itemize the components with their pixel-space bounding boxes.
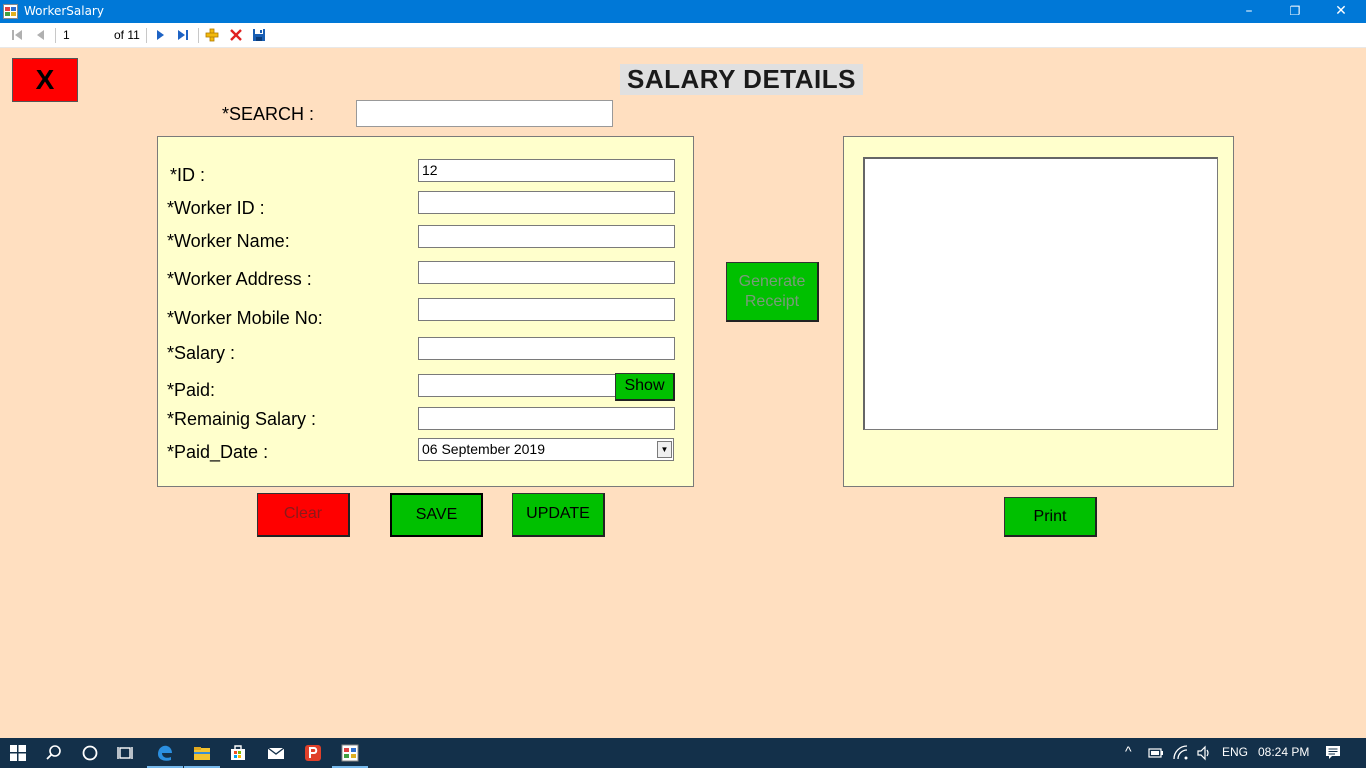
- task-view-button[interactable]: [108, 738, 144, 768]
- move-last-icon[interactable]: [175, 27, 191, 43]
- remaining-salary-label: *Remainig Salary :: [167, 409, 317, 429]
- battery-icon[interactable]: [1148, 746, 1164, 760]
- record-count-label: of 11: [114, 28, 140, 42]
- receipt-textbox[interactable]: [863, 157, 1218, 430]
- action-center-icon[interactable]: [1325, 745, 1341, 761]
- move-previous-icon[interactable]: [33, 27, 49, 43]
- workersalary-taskbar-button[interactable]: [332, 738, 368, 768]
- app-p-icon: [305, 745, 321, 761]
- paid-date-value: 06 September 2019: [422, 441, 545, 457]
- restore-button[interactable]: ❐: [1272, 0, 1318, 23]
- minimize-button[interactable]: –: [1226, 0, 1272, 23]
- store-button[interactable]: [220, 738, 256, 768]
- salary-input[interactable]: [418, 337, 675, 360]
- language-indicator[interactable]: ENG: [1222, 745, 1248, 759]
- folder-icon: [194, 747, 210, 760]
- delete-icon[interactable]: [228, 27, 244, 43]
- taskbar: ^ ENG 08:24 PM: [0, 738, 1366, 768]
- window-title: WorkerSalary: [24, 4, 104, 18]
- search-taskbar-button[interactable]: [36, 738, 72, 768]
- app-icon: [3, 4, 18, 19]
- window-titlebar[interactable]: WorkerSalary – ❐ ✕: [0, 0, 1366, 23]
- move-next-icon[interactable]: [152, 27, 168, 43]
- edge-taskbar-button[interactable]: [147, 738, 183, 768]
- worker-address-input[interactable]: [418, 261, 675, 284]
- id-input[interactable]: 12: [418, 159, 675, 182]
- app-icon: [341, 744, 359, 762]
- store-icon: [231, 745, 245, 760]
- dropdown-arrow-icon[interactable]: ▼: [657, 441, 672, 458]
- worker-id-input[interactable]: [418, 191, 675, 214]
- receipt-panel: [843, 136, 1234, 487]
- worker-mobile-label: *Worker Mobile No:: [167, 308, 323, 328]
- show-hidden-icons-icon[interactable]: ^: [1125, 743, 1132, 759]
- worker-name-label: *Worker Name:: [167, 231, 290, 251]
- worker-id-label: *Worker ID :: [167, 198, 265, 218]
- file-explorer-button[interactable]: [184, 738, 220, 768]
- wifi-icon[interactable]: [1173, 745, 1189, 761]
- position-input[interactable]: [59, 25, 110, 45]
- toolbar-separator: [55, 28, 56, 43]
- save-button[interactable]: SAVE: [390, 493, 483, 537]
- close-form-button[interactable]: X: [12, 58, 78, 102]
- remaining-salary-input[interactable]: [418, 407, 675, 430]
- mail-icon: [267, 747, 285, 759]
- paid-date-picker[interactable]: 06 September 2019 ▼: [418, 438, 674, 461]
- move-first-icon[interactable]: [9, 27, 25, 43]
- print-button[interactable]: Print: [1004, 497, 1097, 537]
- start-button[interactable]: [0, 738, 36, 768]
- search-icon: [46, 745, 61, 760]
- clear-button[interactable]: Clear: [257, 493, 350, 537]
- salary-details-panel: *ID : 12 *Worker ID : *Worker Name: *Wor…: [157, 136, 694, 487]
- cortana-icon: [82, 745, 98, 761]
- page-title: SALARY DETAILS: [620, 64, 863, 95]
- binding-navigator: of 11: [0, 23, 1366, 48]
- worker-mobile-input[interactable]: [418, 298, 675, 321]
- worker-name-input[interactable]: [418, 225, 675, 248]
- paid-date-label: *Paid_Date :: [167, 442, 269, 462]
- toolbar-separator: [146, 28, 147, 43]
- toolbar-separator: [198, 28, 199, 43]
- clock[interactable]: 08:24 PM: [1258, 745, 1309, 759]
- paid-label: *Paid:: [167, 380, 216, 400]
- save-icon[interactable]: [251, 27, 267, 43]
- windows-icon: [10, 745, 26, 761]
- search-label: *SEARCH :: [222, 104, 315, 124]
- show-button[interactable]: Show: [615, 373, 675, 401]
- edge-icon: [158, 745, 172, 761]
- app-p-button[interactable]: [295, 738, 331, 768]
- salary-label: *Salary :: [167, 343, 236, 363]
- id-label: *ID :: [170, 165, 206, 185]
- worker-address-label: *Worker Address :: [167, 269, 312, 289]
- task-view-icon: [117, 747, 133, 759]
- cortana-button[interactable]: [72, 738, 108, 768]
- mail-button[interactable]: [258, 738, 294, 768]
- add-new-icon[interactable]: [204, 27, 220, 43]
- update-button[interactable]: UPDATE: [512, 493, 605, 537]
- generate-receipt-button[interactable]: Generate Receipt: [726, 262, 819, 322]
- close-window-button[interactable]: ✕: [1318, 0, 1364, 23]
- search-input[interactable]: [356, 100, 613, 127]
- paid-input[interactable]: [418, 374, 617, 397]
- volume-icon[interactable]: [1196, 745, 1212, 761]
